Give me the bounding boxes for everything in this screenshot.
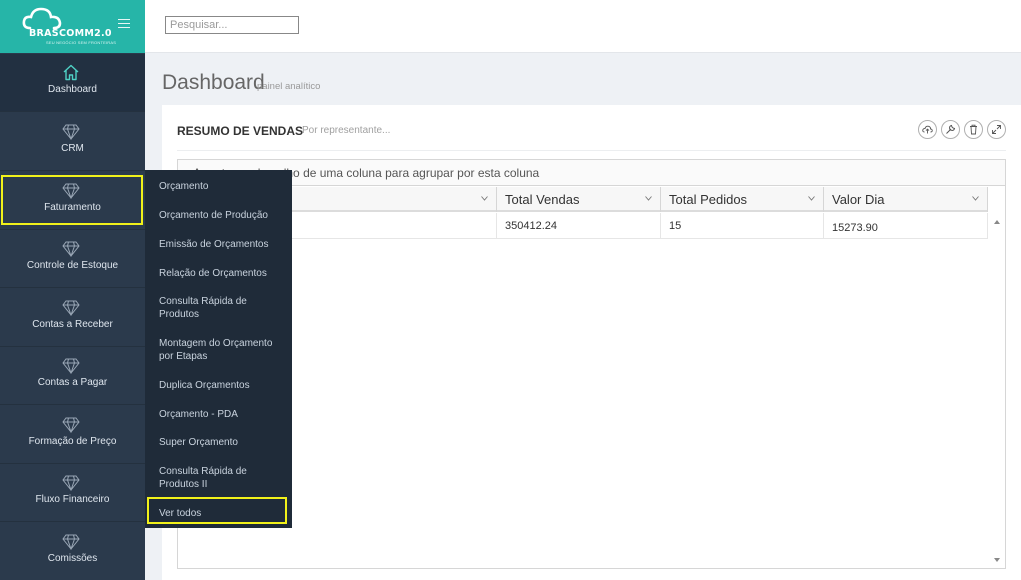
sidebar-item-label: Contas a Receber xyxy=(32,319,113,330)
brand-tagline: SEU NEGÓCIO SEM FRONTEIRAS xyxy=(46,40,117,45)
diamond-icon xyxy=(62,475,80,491)
table-row[interactable]: 350412.24 15 15273.90 xyxy=(178,213,988,239)
panel-title: RESUMO DE VENDAS xyxy=(177,124,304,138)
sidebar-item-formacao-de-preco[interactable]: Formação de Preço xyxy=(0,406,145,464)
submenu-item-consulta-rapida-de-produtos[interactable]: Consulta Rápida de Produtos xyxy=(159,295,287,321)
column-header-label: Total Pedidos xyxy=(669,192,748,207)
fullscreen-button[interactable] xyxy=(987,120,1006,139)
sidebar-item-comissoes[interactable]: Comissões xyxy=(0,523,145,580)
diamond-icon xyxy=(62,124,80,140)
diamond-icon xyxy=(62,358,80,374)
sidebar: BRASCOMM2.0 SEU NEGÓCIO SEM FRONTEIRAS D… xyxy=(0,0,145,580)
submenu-item-emissao-de-orcamentos[interactable]: Emissão de Orçamentos xyxy=(159,238,287,251)
sidebar-item-crm[interactable]: CRM xyxy=(0,113,145,171)
wrench-icon xyxy=(946,124,956,134)
sidebar-item-dashboard[interactable]: Dashboard xyxy=(0,54,145,112)
delete-button[interactable] xyxy=(964,120,983,139)
submenu-item-relacao-de-orcamentos[interactable]: Relação de Orçamentos xyxy=(159,267,287,280)
submenu-item-orcamento-de-producao[interactable]: Orçamento de Produção xyxy=(159,209,287,222)
brand-name: BRASCOMM2.0 xyxy=(29,28,112,39)
sidebar-item-fluxo-financeiro[interactable]: Fluxo Financeiro xyxy=(0,464,145,522)
diamond-icon xyxy=(62,534,80,550)
trash-icon xyxy=(970,124,977,135)
page-subtitle: painel analítico xyxy=(257,81,321,92)
sidebar-item-label: Contas a Pagar xyxy=(37,377,108,388)
scroll-down-arrow-icon[interactable] xyxy=(994,558,1000,562)
sidebar-item-label: Controle de Estoque xyxy=(26,260,119,271)
column-header-valor-dia[interactable]: Valor Dia xyxy=(824,187,988,212)
search-input[interactable] xyxy=(165,16,299,34)
panel-subtitle: Por representante... xyxy=(302,125,391,136)
expand-icon xyxy=(992,125,1001,134)
cloud-upload-icon xyxy=(922,125,933,134)
group-by-panel[interactable]: Arraste o cabeçalho de uma coluna para a… xyxy=(178,160,1005,186)
logo[interactable]: BRASCOMM2.0 SEU NEGÓCIO SEM FRONTEIRAS xyxy=(0,0,145,53)
submenu-item-orcamento[interactable]: Orçamento xyxy=(159,180,287,193)
sidebar-item-contas-a-receber[interactable]: Contas a Receber xyxy=(0,289,145,347)
sidebar-item-controle-de-estoque[interactable]: Controle de Estoque xyxy=(0,230,145,288)
sidebar-item-contas-a-pagar[interactable]: Contas a Pagar xyxy=(0,347,145,405)
faturamento-highlight-box xyxy=(1,175,143,225)
hamburger-menu-icon[interactable] xyxy=(118,19,130,29)
faturamento-submenu: Orçamento Orçamento de Produção Emissão … xyxy=(145,170,292,528)
settings-button[interactable] xyxy=(941,120,960,139)
ver-todos-highlight-box xyxy=(147,497,287,524)
table-cell: 350412.24 xyxy=(497,213,661,239)
sidebar-item-label: Comissões xyxy=(47,553,98,564)
sales-grid: Arraste o cabeçalho de uma coluna para a… xyxy=(177,159,1006,569)
chevron-down-icon[interactable] xyxy=(645,196,652,201)
sidebar-item-label: Fluxo Financeiro xyxy=(35,494,110,505)
diamond-icon xyxy=(62,300,80,316)
submenu-item-consulta-rapida-de-produtos-ii[interactable]: Consulta Rápida de Produtos II xyxy=(159,465,287,491)
cloud-upload-button[interactable] xyxy=(918,120,937,139)
sidebar-item-label: Dashboard xyxy=(48,84,97,95)
submenu-item-duplica-orcamentos[interactable]: Duplica Orçamentos xyxy=(159,379,287,392)
chevron-down-icon[interactable] xyxy=(808,196,815,201)
table-cell: 15273.90 xyxy=(824,213,988,239)
column-header-label: Total Vendas xyxy=(505,192,580,207)
grid-header: Total Vendas Total Pedidos Valor Dia xyxy=(178,187,988,212)
diamond-icon xyxy=(62,241,80,257)
column-header-total-pedidos[interactable]: Total Pedidos xyxy=(661,187,824,212)
table-cell: 15 xyxy=(661,213,824,239)
scroll-up-arrow-icon[interactable] xyxy=(994,220,1000,224)
column-header-label: Valor Dia xyxy=(832,192,885,207)
chevron-down-icon[interactable] xyxy=(481,196,488,201)
chevron-down-icon[interactable] xyxy=(972,196,979,201)
submenu-item-montagem-do-orcamento[interactable]: Montagem do Orçamento por Etapas xyxy=(159,337,287,363)
page-title: Dashboard xyxy=(162,71,265,94)
diamond-icon xyxy=(62,417,80,433)
panel-divider xyxy=(177,150,1006,151)
home-icon xyxy=(63,64,79,81)
top-bar xyxy=(145,0,1021,53)
submenu-item-orcamento-pda[interactable]: Orçamento - PDA xyxy=(159,408,287,421)
sidebar-item-label: Formação de Preço xyxy=(28,436,117,447)
sidebar-item-label: CRM xyxy=(61,143,84,154)
submenu-item-super-orcamento[interactable]: Super Orçamento xyxy=(159,436,287,449)
vertical-scrollbar[interactable] xyxy=(989,213,1005,568)
column-header-total-vendas[interactable]: Total Vendas xyxy=(497,187,661,212)
